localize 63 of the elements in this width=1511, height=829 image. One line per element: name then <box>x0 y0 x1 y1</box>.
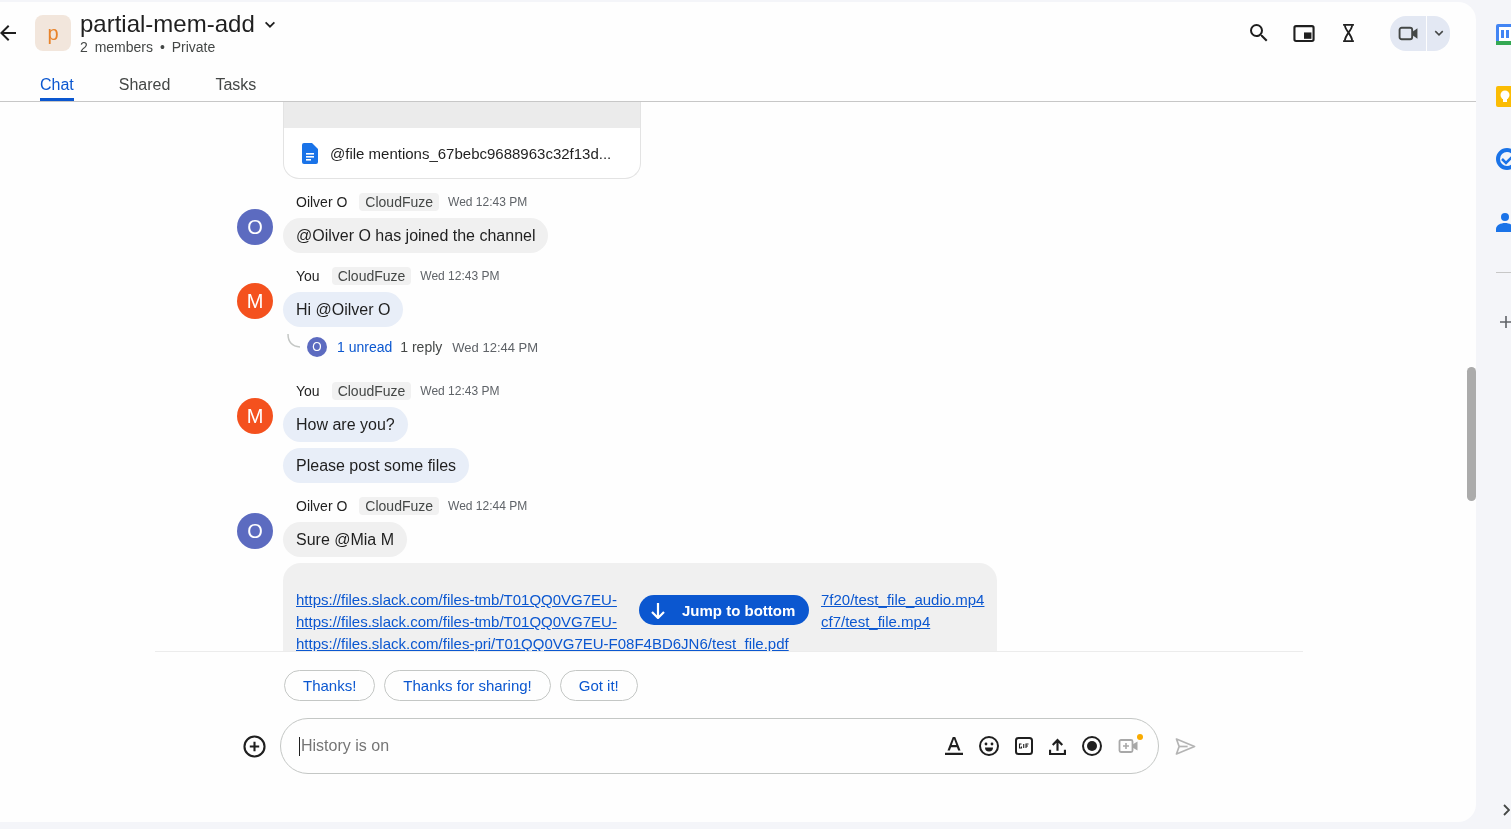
down-arrow-icon <box>651 601 665 619</box>
record-icon[interactable] <box>1082 736 1102 756</box>
back-arrow-icon[interactable] <box>0 25 16 41</box>
file-link[interactable]: https://files.slack.com/files-tmb/T01QQ0VG7EU- <box>296 611 617 633</box>
unread-link[interactable]: 1 unread <box>337 339 393 355</box>
sender-name: Oilver O <box>296 194 348 210</box>
organization-tag: CloudFuze <box>331 267 412 285</box>
reply-time: Wed 12:44 PM <box>452 339 539 355</box>
calendar-icon[interactable] <box>1496 24 1511 45</box>
user-avatar: O <box>307 337 327 357</box>
message-input[interactable]: History is on <box>301 734 945 758</box>
user-avatar[interactable]: O <box>237 513 273 549</box>
sender-name: You <box>296 268 320 284</box>
user-avatar[interactable]: M <box>237 283 273 319</box>
space-title[interactable]: partial-mem-add <box>80 10 255 38</box>
jump-to-bottom-button[interactable]: Jump to bottom <box>639 595 810 625</box>
caret-down-icon <box>1433 30 1444 36</box>
file-link[interactable]: cf7/test_file.mp4 <box>821 611 931 633</box>
message-bubble: @Oilver O has joined the channel <box>283 218 549 253</box>
organization-tag: CloudFuze <box>359 193 440 211</box>
document-icon <box>302 142 318 164</box>
search-icon[interactable] <box>1250 24 1268 42</box>
upload-icon[interactable] <box>1049 737 1066 755</box>
user-avatar[interactable]: O <box>237 209 273 245</box>
plus-icon[interactable] <box>1500 316 1511 328</box>
video-camera-icon <box>1397 25 1419 41</box>
organization-tag: CloudFuze <box>331 382 412 400</box>
sender-name: You <box>296 383 320 399</box>
video-call-button[interactable] <box>1390 15 1426 51</box>
file-link[interactable]: 7f20/test_file_audio.mp4 <box>821 589 985 611</box>
text-cursor <box>299 736 300 756</box>
message-time: Wed 12:43 PM <box>448 195 528 209</box>
message-bubble: Please post some files <box>283 448 470 483</box>
gif-icon[interactable] <box>1015 737 1033 755</box>
user-avatar[interactable]: M <box>237 398 273 434</box>
file-link[interactable]: https://files.slack.com/files-tmb/T01QQ0VG7EU- <box>296 589 617 611</box>
tab[interactable]: Chat <box>40 64 74 101</box>
hourglass-icon[interactable] <box>1340 24 1357 42</box>
message-time: Wed 12:43 PM <box>420 269 500 283</box>
person-icon[interactable] <box>1496 212 1511 232</box>
thread-connector-icon <box>287 334 301 348</box>
reply-count: 1 reply <box>400 339 443 355</box>
add-circle-icon[interactable] <box>243 734 266 758</box>
file-name: @file mentions_67bebc9688963c32f13d... <box>330 144 612 162</box>
file-card[interactable]: @file mentions_67bebc9688963c32f13d... <box>283 102 641 179</box>
chevron-right-icon[interactable] <box>1503 804 1510 816</box>
space-avatar: p <box>35 15 71 51</box>
caret-down-icon[interactable] <box>263 20 276 28</box>
format-text-icon[interactable] <box>945 737 963 755</box>
message-bubble: How are you? <box>283 407 408 442</box>
tab[interactable]: Shared <box>118 64 171 101</box>
emoji-icon[interactable] <box>979 736 999 756</box>
message-bubble: Hi @Oilver O <box>283 292 404 327</box>
task-check-icon[interactable] <box>1496 148 1511 170</box>
sender-name: Oilver O <box>296 498 348 514</box>
tab[interactable]: Tasks <box>215 64 257 101</box>
organization-tag: CloudFuze <box>359 497 440 515</box>
message-bubble: Sure @Mia M <box>283 522 408 557</box>
picture-in-picture-icon[interactable] <box>1293 24 1315 42</box>
space-subtitle: 2 members • Private <box>80 38 216 56</box>
scrollbar-thumb[interactable] <box>1467 367 1476 501</box>
message-time: Wed 12:43 PM <box>420 384 500 398</box>
message-time: Wed 12:44 PM <box>448 499 528 513</box>
